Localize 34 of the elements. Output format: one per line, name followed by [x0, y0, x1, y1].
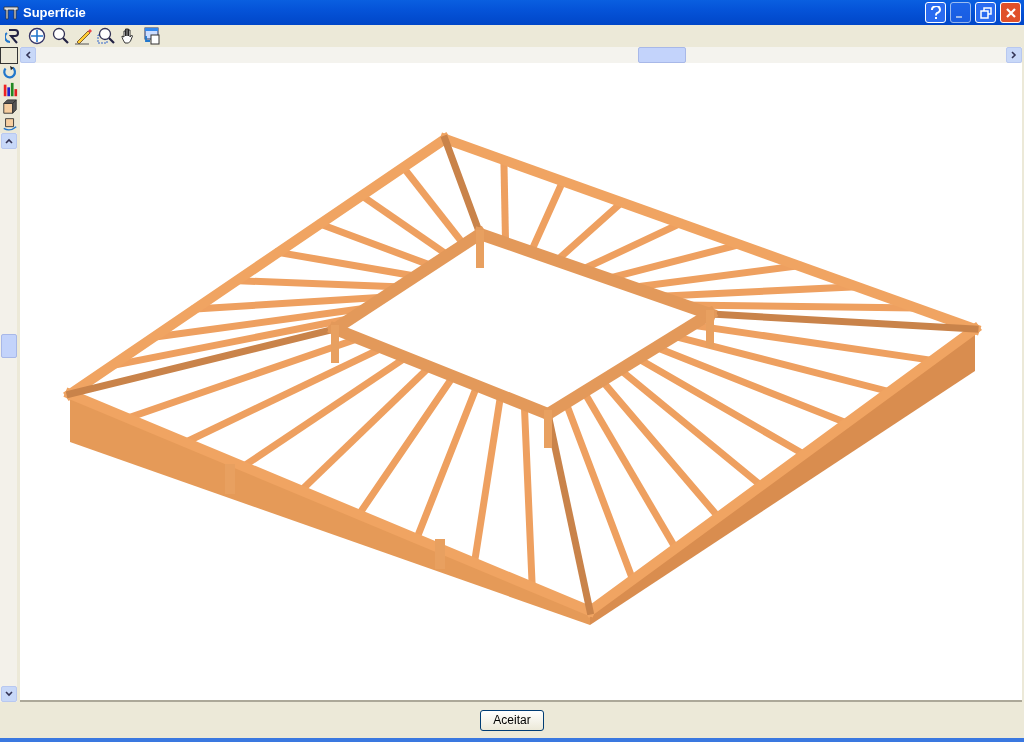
window-title: Superfície — [23, 5, 87, 20]
vertical-scrollbar[interactable] — [0, 133, 17, 702]
pencil-button[interactable] — [73, 26, 93, 46]
document-window-button[interactable] — [142, 26, 162, 46]
restore-button[interactable] — [975, 2, 996, 23]
window-icon — [3, 5, 19, 20]
bar-chart-icon — [1, 82, 18, 98]
close-button[interactable] — [1000, 2, 1021, 23]
accept-button[interactable]: Aceitar — [480, 709, 544, 731]
document-window-icon — [143, 27, 161, 45]
horizontal-scrollbar[interactable] — [20, 47, 1022, 63]
cube-button[interactable] — [0, 99, 19, 115]
view-box-button[interactable] — [0, 47, 18, 64]
zoom-extents-icon — [28, 27, 46, 45]
rotate-arrow-button[interactable] — [0, 65, 19, 81]
scroll-right-button[interactable] — [1006, 47, 1022, 63]
help-button[interactable] — [925, 2, 946, 23]
pencil-icon — [74, 27, 92, 45]
minimize-button[interactable] — [950, 2, 971, 23]
scroll-up-button[interactable] — [0, 133, 17, 149]
scroll-down-button[interactable] — [0, 686, 17, 702]
cube-rotate-icon — [1, 116, 18, 132]
scroll-thumb[interactable] — [638, 47, 686, 63]
cube-icon — [1, 99, 18, 115]
scroll-thumb[interactable] — [0, 334, 17, 358]
zoom-extents-button[interactable] — [27, 26, 47, 46]
rotate-arrow-icon — [1, 65, 18, 81]
close-icon — [1004, 6, 1017, 19]
minimize-icon — [956, 15, 962, 18]
question-mark-icon — [929, 5, 942, 20]
zoom-window-button[interactable] — [96, 26, 116, 46]
scroll-left-button[interactable] — [20, 47, 36, 63]
zoom-window-icon — [97, 27, 115, 45]
restore-icon — [979, 6, 992, 19]
